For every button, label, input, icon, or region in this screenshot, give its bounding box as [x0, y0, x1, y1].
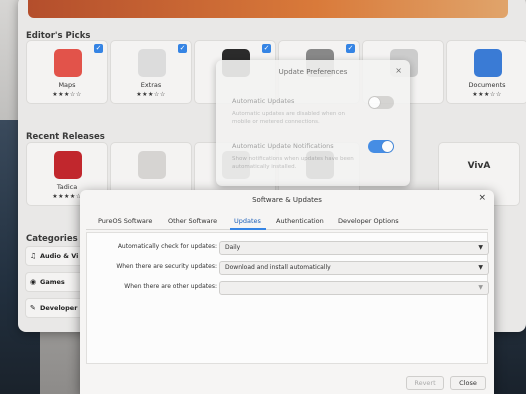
category-label: Audio & Vi [40, 252, 79, 260]
dropdown-arrow-icon: ▼ [478, 244, 483, 251]
app-name: Documents [468, 81, 506, 89]
tab-pureos-software[interactable]: PureOS Software [98, 217, 152, 225]
tab-authentication[interactable]: Authentication [276, 217, 324, 225]
dropdown-arrow-icon: ▼ [478, 264, 483, 271]
music-icon: ♫ [30, 252, 37, 260]
active-tab-indicator [230, 228, 266, 230]
editors-pick-tile[interactable]: Documents ★★★☆☆ [446, 40, 526, 104]
category-developer[interactable]: ✎ Developer [25, 298, 85, 318]
rating-stars: ★★★☆☆ [52, 91, 82, 98]
developer-icon: ✎ [30, 304, 36, 312]
app-name: Maps [58, 81, 76, 89]
category-audio-video[interactable]: ♫ Audio & Vi [25, 246, 85, 266]
tab-updates[interactable]: Updates [234, 217, 261, 225]
recent-releases-heading: Recent Releases [26, 132, 105, 142]
updates-panel: Automatically check for updates: Daily ▼… [86, 232, 489, 364]
tab-developer-options[interactable]: Developer Options [338, 217, 399, 225]
automatic-updates-label: Automatic Updates [232, 97, 295, 105]
update-preferences-dialog: Update Preferences × Automatic Updates A… [216, 60, 410, 186]
checkmark-icon: ✓ [178, 44, 187, 53]
security-updates-label: When there are security updates: [116, 263, 217, 270]
update-notifications-description: Show notifications when updates have bee… [232, 156, 354, 170]
app-icon [54, 49, 82, 77]
dialog-title: Software & Updates [252, 196, 322, 204]
app-icon [138, 49, 166, 77]
app-logo: VivA [467, 161, 491, 171]
check-updates-label: Automatically check for updates: [117, 243, 217, 250]
editors-pick-tile[interactable]: Maps ★★★☆☆ ✓ [26, 40, 108, 104]
revert-button[interactable]: Revert [406, 376, 444, 390]
categories-heading: Categories [26, 234, 78, 244]
checkmark-icon: ✓ [346, 44, 355, 53]
dialog-title: Update Preferences [278, 68, 348, 76]
close-button[interactable]: Close [450, 376, 486, 390]
checkmark-icon: ✓ [262, 44, 271, 53]
app-icon [138, 151, 166, 179]
update-notifications-label: Automatic Update Notifications [232, 142, 334, 150]
tab-bar: PureOS Software Other Software Updates A… [86, 214, 488, 230]
select-value: Download and install automatically [225, 264, 331, 271]
checkmark-icon: ✓ [94, 44, 103, 53]
tab-other-software[interactable]: Other Software [168, 217, 217, 225]
category-label: Developer [40, 304, 78, 312]
automatic-updates-description: Automatic updates are disabled when on m… [232, 111, 345, 125]
close-icon[interactable]: × [395, 66, 402, 75]
gamepad-icon: ◉ [30, 278, 37, 286]
category-games[interactable]: ◉ Games [25, 272, 85, 292]
editors-pick-tile[interactable]: Extras ★★★☆☆ ✓ [110, 40, 192, 104]
close-icon[interactable]: × [478, 193, 486, 203]
toggle-knob [369, 97, 380, 108]
check-updates-select[interactable]: Daily ▼ [219, 241, 489, 255]
dropdown-arrow-icon: ▼ [478, 284, 483, 291]
category-label: Games [40, 278, 65, 286]
software-and-updates-dialog: Software & Updates × PureOS Software Oth… [80, 190, 494, 394]
select-value: Daily [225, 244, 241, 251]
update-notifications-toggle[interactable] [368, 140, 394, 153]
featured-banner[interactable] [28, 0, 508, 18]
security-updates-select[interactable]: Download and install automatically ▼ [219, 261, 489, 275]
other-updates-label: When there are other updates: [124, 283, 217, 290]
rating-stars: ★★★☆☆ [472, 91, 502, 98]
toggle-knob [382, 141, 393, 152]
automatic-updates-toggle[interactable] [368, 96, 394, 109]
app-icon [474, 49, 502, 77]
other-updates-select[interactable]: ▼ [219, 281, 489, 295]
app-icon [54, 151, 82, 179]
rating-stars: ★★★☆☆ [136, 91, 166, 98]
app-name: Extras [140, 81, 162, 89]
